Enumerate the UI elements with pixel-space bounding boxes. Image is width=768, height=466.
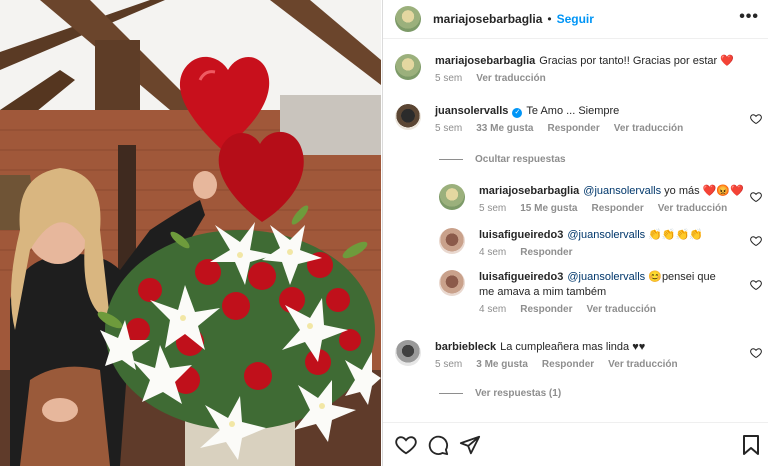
reply-time[interactable]: 4 sem — [479, 304, 506, 315]
author-username[interactable]: mariajosebarbaglia — [433, 12, 542, 26]
comment-bubble-icon[interactable] — [427, 434, 449, 456]
reply-item: luisafigueiredo3 @juansolervalls 👏👏👏👏 4 s… — [439, 228, 749, 258]
comment-text: Te Amo ... Siempre — [526, 105, 620, 117]
comment-time[interactable]: 5 sem — [435, 359, 462, 370]
reply-avatar[interactable] — [439, 228, 465, 254]
comment-likes[interactable]: 3 Me gusta — [476, 359, 528, 370]
translate-link[interactable]: Ver traducción — [658, 203, 727, 214]
hide-replies-label: Ocultar respuestas — [475, 154, 566, 165]
caption: mariajosebarbaglia Gracias por tanto!! Gr… — [395, 54, 755, 84]
like-heart-icon[interactable] — [750, 190, 762, 203]
reply-item: luisafigueiredo3 @juansolervalls 😊pensei … — [439, 270, 739, 315]
reply-mention[interactable]: @juansolervalls — [567, 271, 645, 283]
comment-text: La cumpleañera mas linda ♥♥ — [500, 341, 646, 353]
caption-avatar[interactable] — [395, 54, 421, 80]
view-replies-button[interactable]: Ver respuestas (1) — [439, 388, 561, 399]
follow-button[interactable]: Seguir — [557, 12, 594, 26]
reply-mention[interactable]: @juansolervalls — [567, 229, 645, 241]
comment-item: barbiebleck La cumpleañera mas linda ♥♥ 5… — [395, 340, 755, 370]
caption-time[interactable]: 5 sem — [435, 73, 462, 84]
reply-avatar[interactable] — [439, 184, 465, 210]
post-header: mariajosebarbaglia • Seguir ••• — [383, 0, 768, 38]
caption-text: Gracias por tanto!! Gracias por estar — [539, 55, 721, 67]
share-paper-plane-icon[interactable] — [459, 434, 481, 456]
like-heart-icon[interactable] — [750, 278, 762, 291]
reply-time[interactable]: 4 sem — [479, 247, 506, 258]
reply-emoji: 😊 — [648, 271, 662, 283]
reply-avatar[interactable] — [439, 270, 465, 296]
author-avatar[interactable] — [395, 6, 421, 32]
verified-badge-icon: ✓ — [512, 108, 523, 118]
red-heart-emoji: ❤️ — [720, 55, 734, 67]
translate-link[interactable]: Ver traducción — [586, 304, 655, 315]
hide-replies-button[interactable]: Ocultar respuestas — [439, 154, 566, 165]
comment-avatar[interactable] — [395, 340, 421, 366]
caption-translate-link[interactable]: Ver traducción — [476, 73, 545, 84]
comments-panel: mariajosebarbaglia • Seguir ••• mariajos… — [382, 0, 768, 466]
action-bar — [383, 422, 768, 466]
bookmark-icon[interactable] — [741, 434, 761, 456]
comment-likes[interactable]: 33 Me gusta — [476, 123, 533, 134]
translate-link[interactable]: Ver traducción — [614, 123, 683, 134]
reply-likes[interactable]: 15 Me gusta — [520, 203, 577, 214]
reply-text: yo más — [661, 185, 703, 197]
reply-emoji: 👏👏👏👏 — [648, 229, 704, 241]
reply-button[interactable]: Responder — [520, 247, 572, 258]
comment-avatar[interactable] — [395, 104, 421, 130]
thread-line — [439, 393, 463, 394]
like-heart-icon[interactable] — [750, 112, 762, 125]
like-heart-icon[interactable] — [750, 346, 762, 359]
reply-mention[interactable]: @juansolervalls — [583, 185, 661, 197]
like-heart-icon[interactable] — [395, 434, 417, 456]
reply-button[interactable]: Responder — [520, 304, 572, 315]
comment-item: juansolervalls ✓ Te Amo ... Siempre 5 sem … — [395, 104, 755, 134]
reply-username[interactable]: mariajosebarbaglia — [479, 185, 579, 197]
reply-time[interactable]: 5 sem — [479, 203, 506, 214]
reply-username[interactable]: luisafigueiredo3 — [479, 271, 563, 283]
comment-username[interactable]: barbiebleck — [435, 341, 496, 353]
more-options-icon[interactable]: ••• — [739, 8, 759, 26]
header-divider — [383, 38, 768, 39]
post-image — [0, 0, 381, 466]
translate-link[interactable]: Ver traducción — [608, 359, 677, 370]
reply-item: mariajosebarbaglia @juansolervalls yo más… — [439, 184, 749, 214]
thread-line — [439, 159, 463, 160]
like-heart-icon[interactable] — [750, 234, 762, 247]
separator-dot: • — [547, 12, 552, 26]
reply-emoji: ❤️😡❤️ — [702, 185, 744, 197]
comment-time[interactable]: 5 sem — [435, 123, 462, 134]
reply-username[interactable]: luisafigueiredo3 — [479, 229, 563, 241]
reply-button[interactable]: Responder — [591, 203, 643, 214]
caption-username[interactable]: mariajosebarbaglia — [435, 55, 535, 67]
view-replies-label: Ver respuestas (1) — [475, 388, 562, 399]
reply-button[interactable]: Responder — [542, 359, 594, 370]
comment-username[interactable]: juansolervalls — [435, 105, 508, 117]
reply-button[interactable]: Responder — [547, 123, 599, 134]
